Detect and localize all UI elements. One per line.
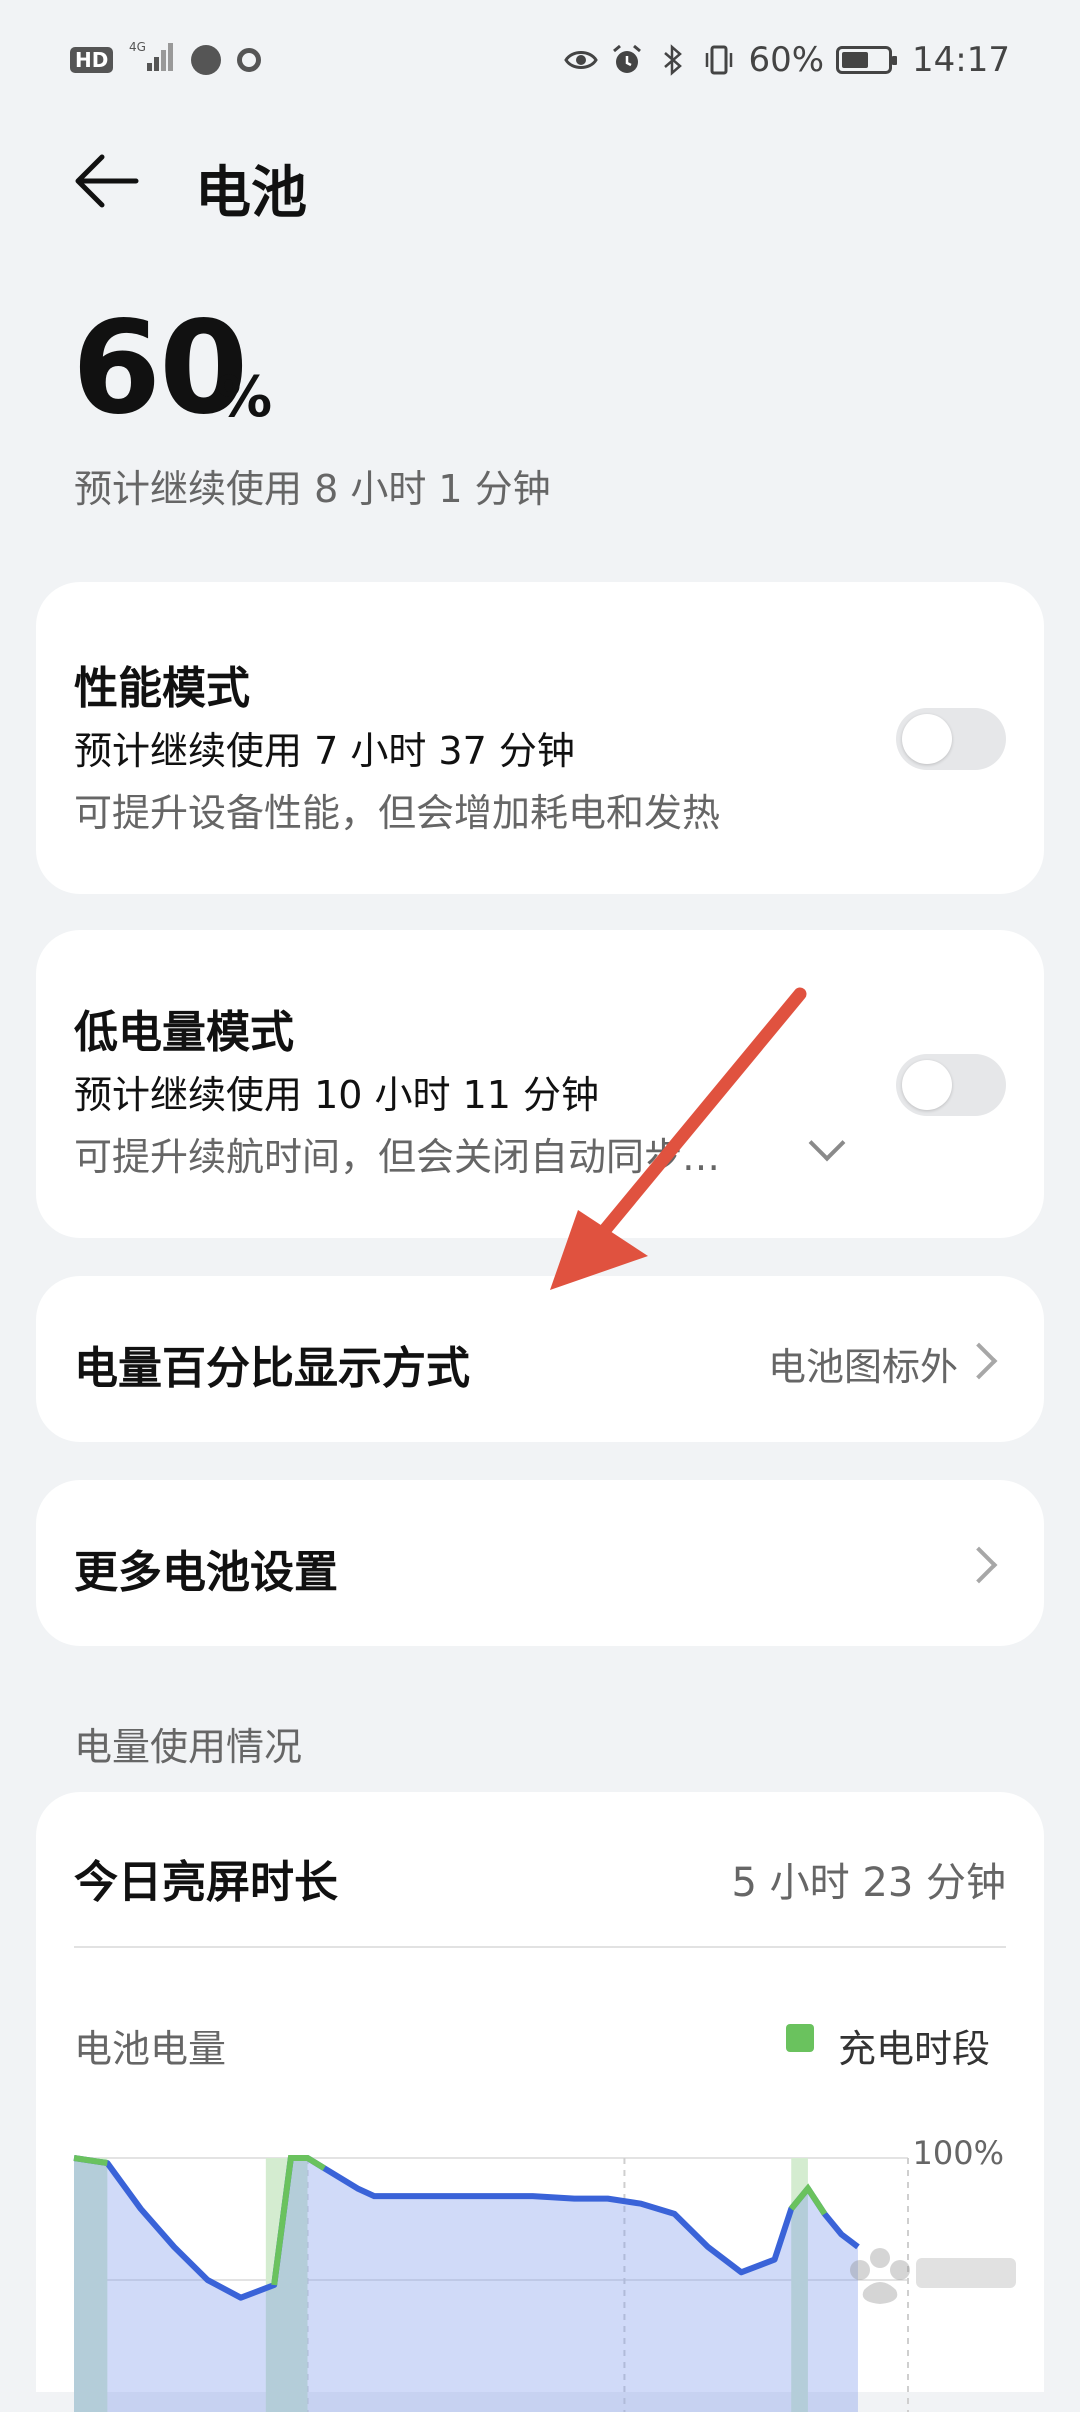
usage-section-title: 电量使用情况 <box>74 1725 303 1769</box>
performance-mode-toggle[interactable] <box>896 708 1006 770</box>
watermark-logo <box>830 2230 1030 2320</box>
battery-level-fill <box>842 52 869 68</box>
performance-mode-estimate: 预计继续使用 7 小时 37 分钟 <box>74 729 575 773</box>
toggle-knob <box>902 714 952 764</box>
chevron-right-icon <box>960 1546 998 1584</box>
clock: 14:17 <box>912 40 1010 80</box>
screen-time-value: 5 小时 23 分钟 <box>731 1860 1007 1906</box>
bluetooth-icon <box>664 44 683 76</box>
signal-icon: 4G <box>129 39 175 81</box>
percentage-display-value: 电池图标外 <box>767 1345 958 1389</box>
charging-legend-label: 充电时段 <box>838 2027 991 2071</box>
toggle-knob <box>902 1060 952 1110</box>
status-bar: HD 4G 60% 14:17 <box>0 0 1080 120</box>
battery-icon <box>836 46 898 74</box>
screen-time-label: 今日亮屏时长 <box>74 1857 338 1908</box>
low-power-mode-title: 低电量模式 <box>74 1007 294 1058</box>
hd-badge: HD <box>70 47 114 73</box>
percentage-display-row[interactable]: 电量百分比显示方式 电池图标外 <box>36 1276 1044 1442</box>
performance-mode-title: 性能模式 <box>74 663 250 714</box>
chart-title: 电池电量 <box>74 2027 227 2071</box>
back-arrow-icon <box>75 154 139 208</box>
status-right: 60% 14:17 <box>564 30 1010 90</box>
more-battery-settings-row[interactable]: 更多电池设置 <box>36 1480 1044 1646</box>
app-notification-icon <box>191 45 222 75</box>
record-notification-icon <box>237 48 262 72</box>
performance-mode-card: 性能模式 预计继续使用 7 小时 37 分钟 可提升设备性能，但会增加耗电和发热 <box>36 582 1044 894</box>
page-title: 电池 <box>195 161 307 226</box>
chevron-right-icon <box>960 1342 998 1380</box>
charging-legend-swatch <box>786 2024 814 2052</box>
more-battery-settings-label: 更多电池设置 <box>74 1547 338 1598</box>
y-axis-label-100: 100% <box>913 2134 1004 2172</box>
performance-mode-description: 可提升设备性能，但会增加耗电和发热 <box>74 791 721 835</box>
eye-icon <box>564 51 599 69</box>
percent-sign: % <box>216 365 273 430</box>
percentage-display-label: 电量百分比显示方式 <box>74 1343 470 1394</box>
back-button[interactable] <box>70 145 142 217</box>
status-left: HD 4G <box>70 36 262 84</box>
card-divider <box>74 1946 1006 1948</box>
network-type-label: 4G <box>129 40 146 54</box>
vibrate-icon <box>706 45 733 75</box>
battery-percent-text: 60% <box>748 40 825 80</box>
low-power-mode-toggle[interactable] <box>896 1054 1006 1116</box>
remaining-time: 预计继续使用 8 小时 1 分钟 <box>74 467 551 511</box>
annotation-arrow <box>550 987 807 1290</box>
alarm-icon <box>613 44 642 73</box>
